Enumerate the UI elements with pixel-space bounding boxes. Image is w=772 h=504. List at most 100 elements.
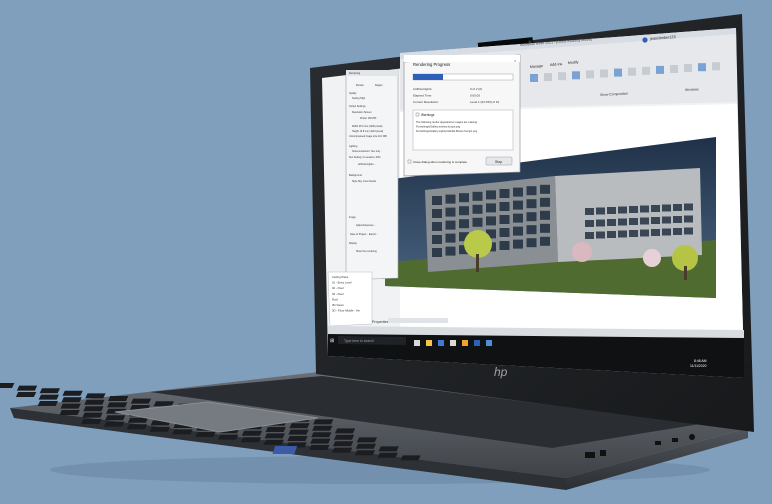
ribbon-tool-icon[interactable] (558, 72, 566, 81)
taskbar-time: 8:46 AM (694, 359, 707, 363)
ribbon-tool-icon[interactable] (586, 70, 594, 79)
browser-tree-item[interactable]: 01 - Entry Level (332, 281, 352, 285)
keyboard-key[interactable] (149, 426, 170, 432)
keyboard-key[interactable] (312, 425, 333, 431)
taskbar-app-icon[interactable] (438, 340, 444, 346)
warnings-checkbox[interactable] (415, 112, 420, 117)
taskbar-app-icon[interactable] (486, 340, 492, 346)
browser-tree-item[interactable]: 3D - Floor Middle - Ver (332, 309, 360, 313)
keyboard-key[interactable] (126, 424, 148, 430)
keyboard-key[interactable] (309, 445, 330, 450)
keyboard-key[interactable] (61, 397, 82, 403)
keyboard-key[interactable] (108, 396, 129, 401)
render-window (486, 216, 496, 226)
keyboard-key[interactable] (15, 392, 37, 397)
keyboard-key[interactable] (313, 419, 334, 425)
keyboard-key[interactable] (289, 423, 310, 429)
keyboard-key[interactable] (264, 433, 285, 439)
show-rendering-button[interactable]: Show the rendering (356, 250, 377, 253)
keyboard-key[interactable] (85, 393, 106, 399)
keyboard-key[interactable] (355, 443, 377, 449)
keyboard-key[interactable] (334, 428, 356, 434)
taskbar-app-icon[interactable] (426, 340, 432, 346)
ribbon-tool-icon[interactable] (642, 66, 650, 75)
ribbon-tool-icon[interactable] (544, 73, 552, 82)
ribbon-tool-icon[interactable] (628, 67, 636, 76)
keyboard-key[interactable] (82, 412, 103, 418)
render-window (684, 203, 693, 211)
keyboard-key[interactable] (331, 447, 353, 453)
keyboard-key[interactable] (105, 415, 126, 421)
audio-jack (689, 434, 695, 440)
ribbon-tool-icon[interactable] (698, 63, 706, 72)
render-window (526, 199, 537, 209)
intel-sticker (272, 446, 298, 454)
keyboard-key[interactable] (37, 401, 59, 406)
keyboard-key[interactable] (130, 398, 152, 404)
keyboard-key[interactable] (107, 402, 128, 408)
adjust-exposure-button[interactable]: Adjust Exposure... (356, 224, 376, 227)
ribbon-tool-icon[interactable] (600, 69, 608, 78)
keyboard-key[interactable] (288, 429, 309, 435)
region-label: Region (375, 84, 383, 87)
browser-tree-item[interactable]: 3D Views (332, 303, 344, 307)
keyboard-key[interactable] (38, 394, 59, 400)
ribbon-tool-icon[interactable] (712, 62, 720, 71)
close-when-complete-checkbox[interactable] (407, 159, 412, 164)
keyboard-key[interactable] (311, 432, 332, 438)
keyboard-key[interactable] (60, 403, 81, 409)
keyboard-key[interactable] (265, 427, 286, 432)
taskbar-app-icon[interactable] (450, 340, 456, 346)
ribbon-tool-icon[interactable] (614, 68, 622, 77)
keyboard-key[interactable] (263, 439, 284, 445)
properties-label[interactable]: Properties (372, 320, 389, 324)
keyboard-key[interactable] (218, 434, 239, 440)
keyboard-key[interactable] (104, 421, 125, 427)
keyboard-key[interactable] (83, 406, 104, 412)
keyboard-key[interactable] (378, 446, 399, 452)
render-tree-3 (643, 249, 661, 267)
keyboard-key[interactable] (127, 417, 149, 423)
keyboard-key[interactable] (241, 430, 263, 436)
ribbon-tool-icon[interactable] (572, 71, 580, 80)
taskbar-app-icon[interactable] (474, 340, 480, 346)
keyboard-key[interactable] (332, 441, 354, 447)
resolution-printer: Printer 150 DPI (360, 117, 377, 120)
keyboard-key[interactable] (195, 432, 216, 437)
artificial-lights-button[interactable]: Artificial Lights... (358, 163, 376, 166)
keyboard-key[interactable] (62, 390, 83, 396)
keyboard-key[interactable] (59, 410, 80, 415)
keyboard-key[interactable] (84, 399, 105, 405)
keyboard-key[interactable] (240, 437, 262, 443)
keyboard-key[interactable] (287, 436, 308, 441)
keyboard-key[interactable] (153, 401, 174, 407)
taskbar-app-icon[interactable] (414, 340, 420, 346)
ribbon-tool-icon[interactable] (670, 65, 678, 73)
view-control-bar[interactable] (388, 318, 448, 323)
user-icon[interactable] (642, 37, 648, 43)
keyboard-key[interactable] (16, 385, 38, 391)
browser-tree-item[interactable]: Ceiling Plans (332, 275, 349, 279)
browser-tree-item[interactable]: 02 - Floor (332, 286, 344, 290)
start-icon[interactable]: ⊞ (330, 338, 334, 344)
taskbar-app-icon[interactable] (462, 340, 468, 346)
browser-tree-item[interactable]: 03 - Floor (332, 292, 344, 296)
keyboard-key[interactable] (356, 437, 378, 443)
keyboard-key[interactable] (310, 438, 331, 444)
browser-tree-item[interactable]: Roof (332, 297, 338, 301)
keyboard-key[interactable] (39, 388, 60, 394)
keyboard-key[interactable] (377, 452, 398, 458)
ribbon-tool-icon[interactable] (656, 65, 664, 74)
keyboard-key[interactable] (172, 429, 193, 435)
keyboard-key[interactable] (81, 419, 102, 424)
resolution-screen: Resolution Screen (352, 111, 372, 114)
keyboard-key[interactable] (0, 383, 15, 388)
keyboard-key[interactable] (400, 455, 421, 461)
ribbon-tool-icon[interactable] (684, 64, 692, 73)
keyboard-key[interactable] (354, 450, 376, 456)
keyboard-key[interactable] (333, 434, 355, 440)
dialog-row-value: 0 of 2 (0) (470, 87, 482, 91)
ribbon-tool-icon[interactable] (530, 74, 538, 82)
ribbon-tab-modify[interactable]: Modify (568, 60, 579, 65)
render-button[interactable]: Render (356, 84, 364, 87)
